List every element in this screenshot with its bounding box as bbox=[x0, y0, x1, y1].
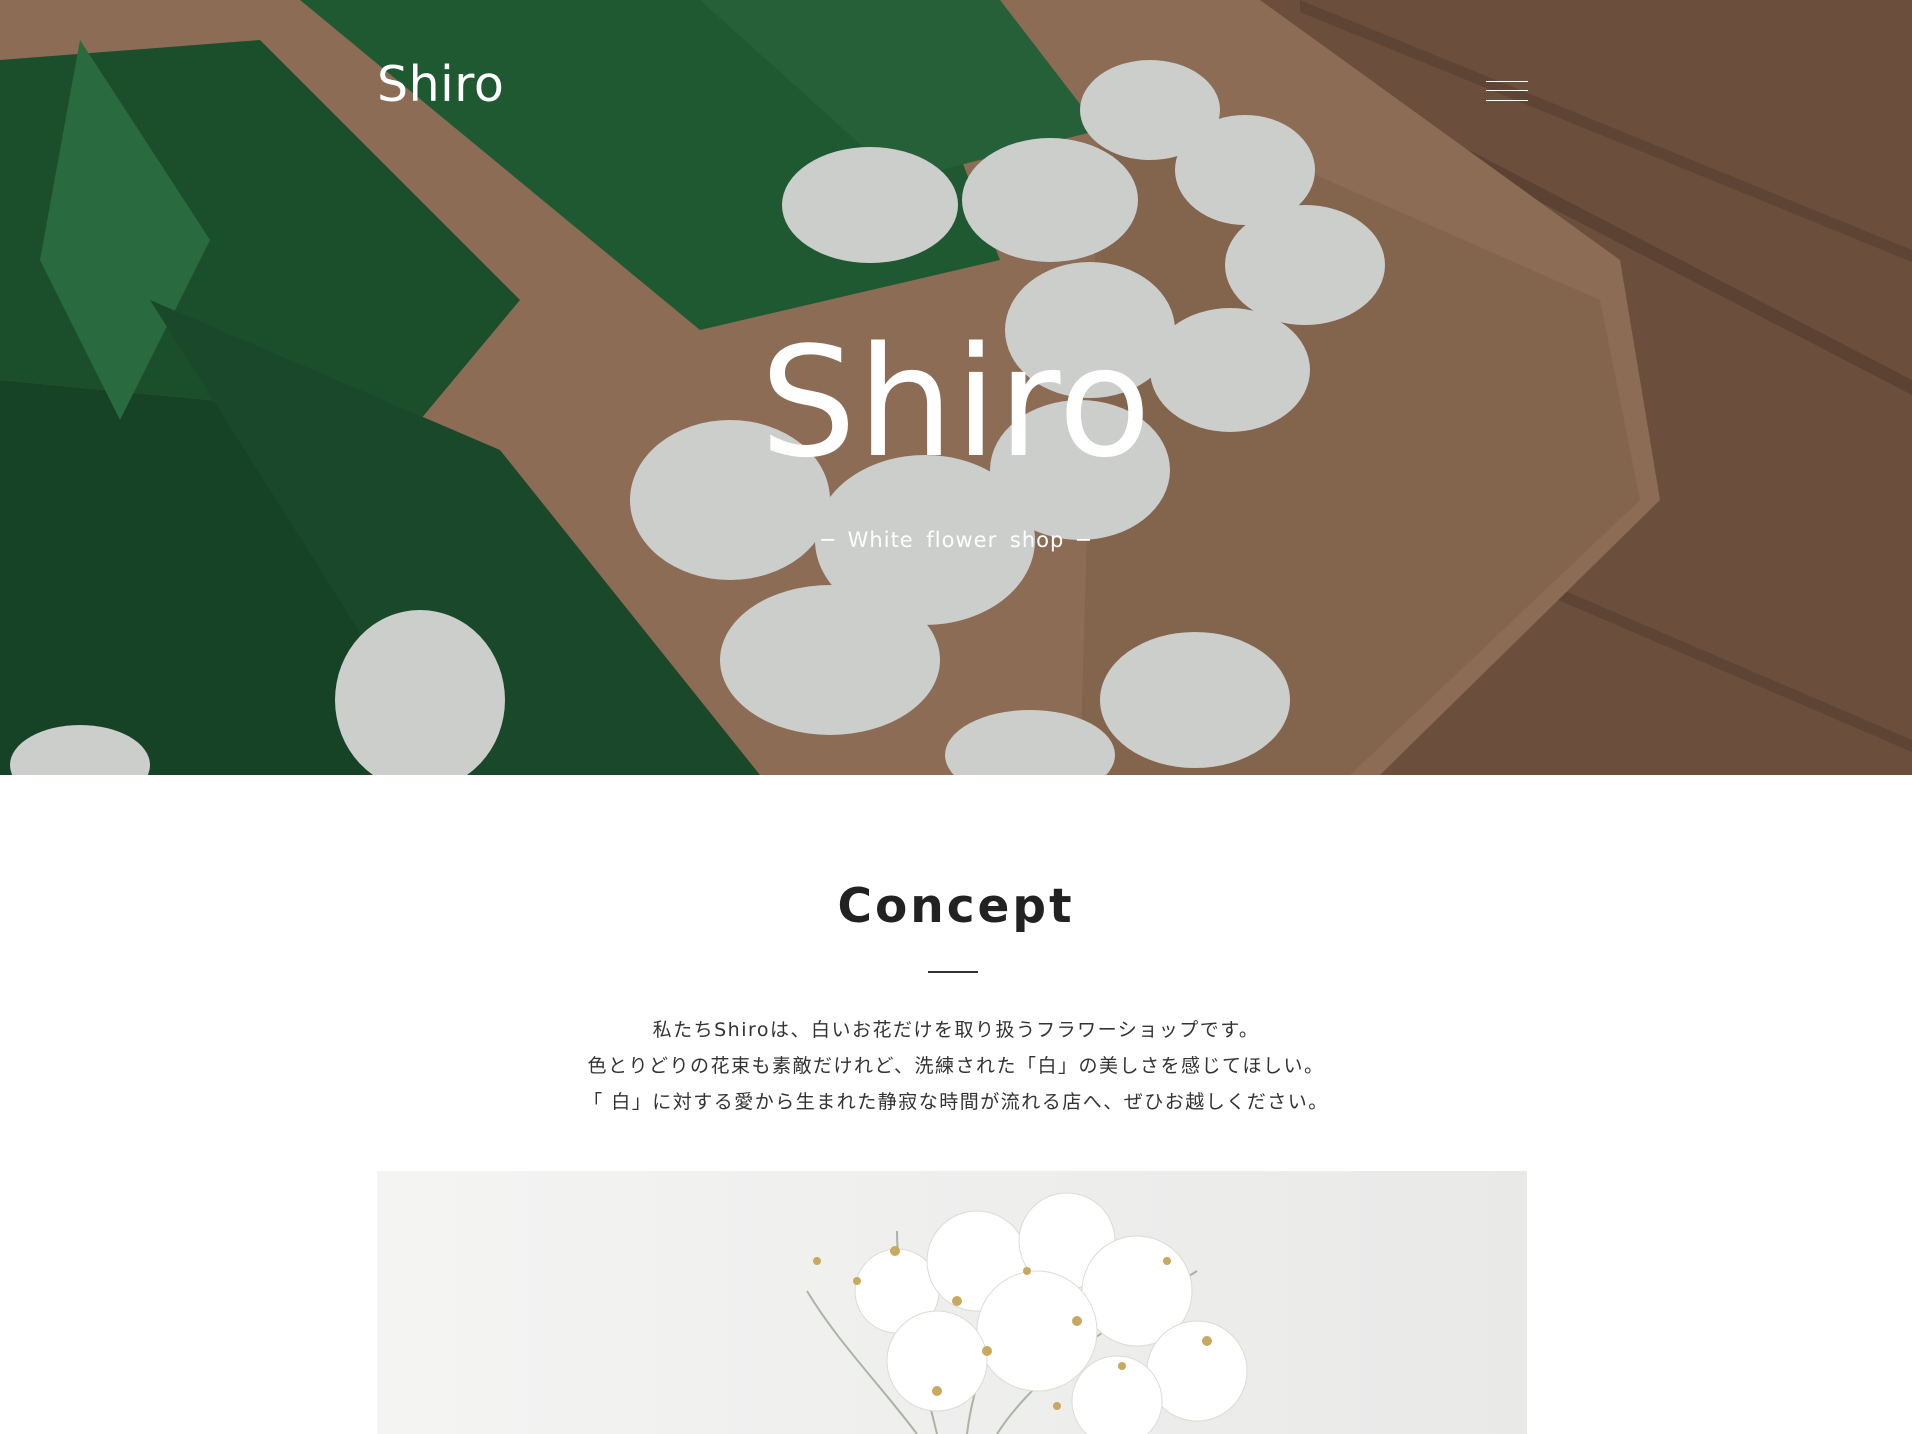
hamburger-menu-icon[interactable] bbox=[1486, 78, 1528, 104]
menu-line bbox=[1486, 81, 1528, 82]
concept-paragraph: 色とりどりの花束も素敵だけれど、洗練された「白」の美しさを感じてほしい。 bbox=[587, 1055, 1325, 1077]
concept-description: 私たちShiroは、白いお花だけを取り扱うフラワーショップです。 色とりどりの花… bbox=[0, 1012, 1912, 1120]
menu-line bbox=[1486, 90, 1528, 91]
white-flower-arrangement-image bbox=[377, 1171, 1527, 1434]
concept-heading: Concept bbox=[837, 879, 1075, 934]
concept-divider bbox=[928, 971, 978, 973]
hero-section: Shiro Shiro ─ White flower shop ─ bbox=[0, 0, 1912, 775]
hero-subtitle: ─ White flower shop ─ bbox=[821, 528, 1091, 552]
site-logo[interactable]: Shiro bbox=[377, 55, 504, 115]
concept-paragraph: 私たちShiroは、白いお花だけを取り扱うフラワーショップです。 bbox=[652, 1019, 1260, 1041]
concept-paragraph: 「 白」に対する愛から生まれた静寂な時間が流れる店へ、ぜひお越しください。 bbox=[583, 1091, 1329, 1113]
hero-title: Shiro bbox=[759, 314, 1153, 491]
menu-line bbox=[1486, 100, 1528, 101]
